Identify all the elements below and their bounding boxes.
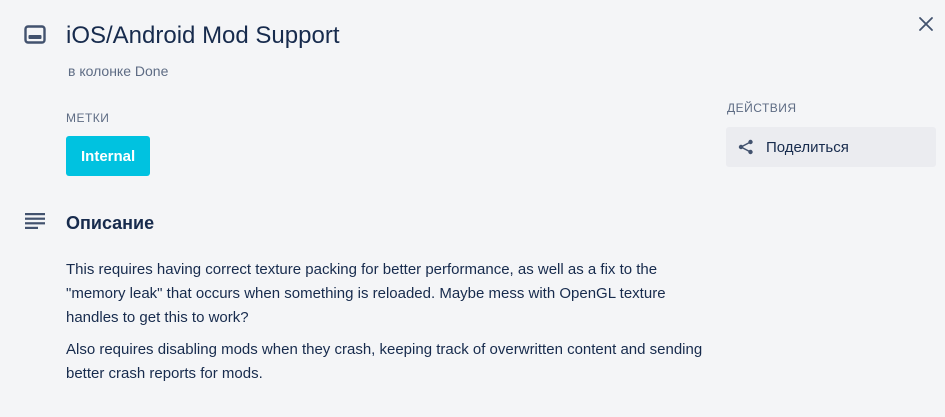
description-text[interactable]: This requires having correct texture pac… bbox=[66, 258, 716, 394]
description-heading: Описание bbox=[66, 213, 155, 233]
actions-heading: ДЕЙСТВИЯ bbox=[727, 101, 797, 115]
close-icon bbox=[918, 16, 934, 37]
close-button[interactable] bbox=[912, 12, 940, 40]
share-button-label: Поделиться bbox=[766, 138, 849, 156]
description-icon bbox=[24, 212, 46, 230]
share-button[interactable]: Поделиться bbox=[726, 127, 936, 167]
card-title[interactable]: iOS/Android Mod Support bbox=[66, 20, 339, 52]
card-icon bbox=[24, 25, 46, 45]
label-internal[interactable]: Internal bbox=[66, 136, 151, 176]
share-icon bbox=[738, 139, 754, 155]
description-paragraph: Also requires disabling mods when they c… bbox=[66, 341, 703, 382]
card-list-location: в колонке Done bbox=[68, 63, 169, 79]
description-paragraph: This requires having correct texture pac… bbox=[66, 261, 666, 326]
labels-heading: МЕТКИ bbox=[66, 111, 110, 125]
card-detail-dialog: iOS/Android Mod Support в колонке Done М… bbox=[0, 0, 945, 417]
